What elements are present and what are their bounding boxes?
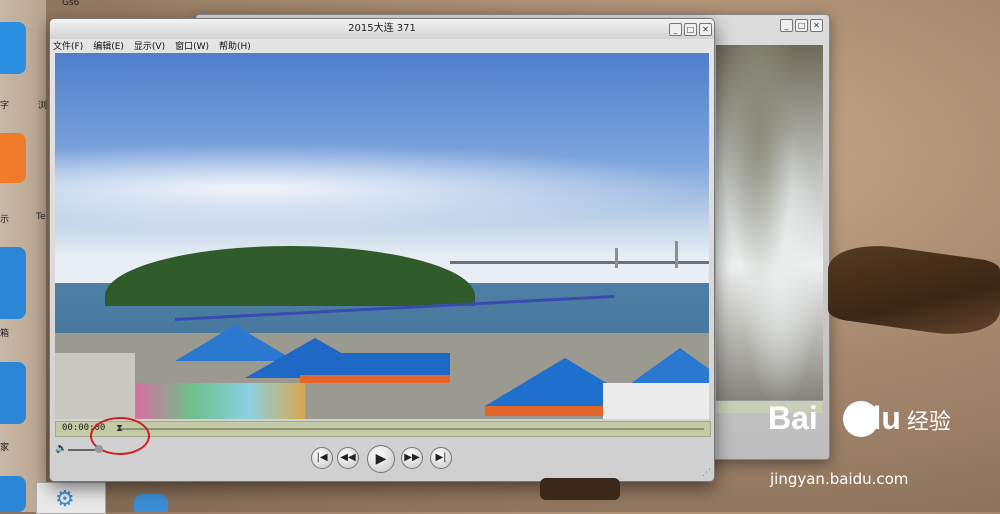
menu-file[interactable]: 文件(F): [53, 39, 83, 53]
video-player-window[interactable]: 2015大连 371 _ □ ✕ 文件(F) 编辑(E) 显示(V) 窗口(W)…: [49, 18, 715, 482]
dark-object: [540, 478, 620, 500]
go-to-start-button[interactable]: |◀: [311, 447, 333, 469]
bridge: [450, 261, 709, 264]
desktop-label-top: Gs6: [62, 0, 80, 8]
feather-decoration: [828, 237, 1000, 343]
desktop-label: 浏: [38, 101, 48, 111]
maximize-button[interactable]: □: [684, 23, 697, 36]
bridge-tower: [675, 241, 678, 268]
volume-track[interactable]: [68, 449, 98, 451]
window-title: 2015大连 371: [348, 23, 416, 34]
menu-window[interactable]: 窗口(W): [175, 39, 209, 53]
watermark-brand: Bai: [768, 400, 818, 436]
colorful-tents: [135, 383, 305, 419]
watermark-url: jingyan.baidu.com: [770, 470, 909, 488]
fast-forward-button[interactable]: ▶▶: [401, 447, 423, 469]
maximize-button[interactable]: □: [795, 19, 808, 32]
desktop-app-icon-shield[interactable]: [0, 247, 26, 319]
desktop-label: 家: [0, 443, 10, 453]
cloud-icon[interactable]: [134, 494, 168, 512]
rewind-button[interactable]: ◀◀: [337, 447, 359, 469]
desktop-app-icon-blue[interactable]: [0, 22, 26, 74]
desktop-app-icon-cloud[interactable]: [0, 362, 26, 424]
menu-view[interactable]: 显示(V): [134, 39, 165, 53]
close-button[interactable]: ✕: [810, 19, 823, 32]
tent: [300, 353, 450, 375]
desktop-label: 示: [0, 215, 10, 225]
resize-grip[interactable]: ⋰: [702, 468, 711, 478]
tent: [630, 348, 709, 384]
menu-help[interactable]: 帮助(H): [219, 39, 251, 53]
watermark-product: 经验: [906, 409, 951, 434]
taskbar-thumbnail[interactable]: ⚙: [36, 482, 106, 514]
watermark-brand-suffix: du: [861, 400, 901, 436]
gear-icon: ⚙: [55, 487, 75, 512]
desktop-label: 字: [0, 101, 10, 111]
go-to-end-button[interactable]: ▶|: [430, 447, 452, 469]
green-hill: [105, 246, 475, 306]
minimize-button[interactable]: _: [780, 19, 793, 32]
desktop-app-icon-bottom[interactable]: [0, 476, 26, 512]
beach-crowd: [55, 353, 135, 419]
baidu-watermark: Bai du 经验: [768, 400, 951, 437]
speaker-icon[interactable]: 🔈: [55, 443, 67, 454]
desktop-label: Te: [36, 212, 46, 222]
back-window-video: [716, 45, 823, 413]
video-frame[interactable]: [55, 53, 709, 419]
desktop-app-icon-orange[interactable]: [0, 133, 26, 183]
white-tent: [603, 383, 709, 419]
minimize-button[interactable]: _: [669, 23, 682, 36]
volume-knob[interactable]: [95, 445, 103, 453]
timeline-bar[interactable]: 00:00:00 ⧗: [55, 421, 711, 437]
clouds: [55, 143, 709, 233]
desktop-label: 箱: [0, 329, 10, 339]
menu-edit[interactable]: 编辑(E): [93, 39, 124, 53]
close-button[interactable]: ✕: [699, 23, 712, 36]
title-bar[interactable]: 2015大连 371 _ □ ✕: [50, 19, 714, 39]
tent-trim: [300, 375, 450, 383]
timeline-track[interactable]: [120, 428, 704, 430]
play-button[interactable]: ▶: [367, 445, 395, 473]
menu-bar: 文件(F) 编辑(E) 显示(V) 窗口(W) 帮助(H): [53, 39, 251, 53]
bridge-tower: [615, 248, 618, 268]
